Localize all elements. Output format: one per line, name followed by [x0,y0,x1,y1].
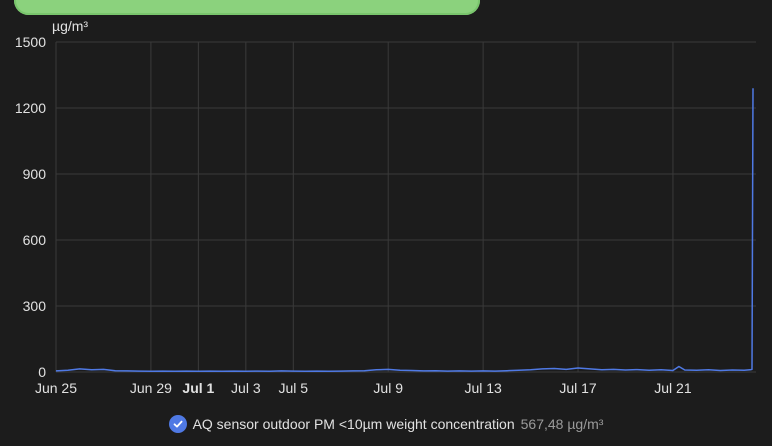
x-tick-label: Jul 17 [559,380,597,396]
y-tick-label: 300 [23,298,47,314]
checkmark-circle-icon[interactable] [168,415,187,433]
y-axis-label: µg/m³ [52,18,88,34]
x-tick-label: Jun 29 [130,380,172,396]
y-tick-label: 0 [38,364,46,380]
y-tick-label: 1500 [15,34,46,50]
legend-series-label: AQ sensor outdoor PM <10µm weight concen… [192,416,515,432]
pm10-line-chart: 0 300 600 900 1200 1500 Jun 25 Jun 29 Jul 1 Jul … [15,18,756,396]
x-tick-label: Jun 25 [35,380,77,396]
x-tick-label: Jul 5 [278,380,308,396]
y-tick-label: 1200 [15,100,46,116]
series-line [55,88,754,373]
grid-layer [55,41,756,373]
chart-legend[interactable]: AQ sensor outdoor PM <10µm weight concen… [0,411,772,437]
legend-series-value: 567,48 µg/m³ [520,416,604,432]
y-axis-ticks: 0 300 600 900 1200 1500 [15,34,46,380]
x-tick-label: Jul 13 [464,380,502,396]
y-tick-label: 600 [23,232,47,248]
y-tick-label: 900 [23,166,47,182]
x-tick-label: Jul 9 [373,380,403,396]
x-tick-label: Jul 21 [654,380,692,396]
x-tick-label: Jul 3 [231,380,261,396]
x-tick-label: Jul 1 [182,380,214,396]
x-axis-ticks: Jun 25 Jun 29 Jul 1 Jul 3 Jul 5 Jul 9 Jul 13 Ju… [35,380,692,396]
